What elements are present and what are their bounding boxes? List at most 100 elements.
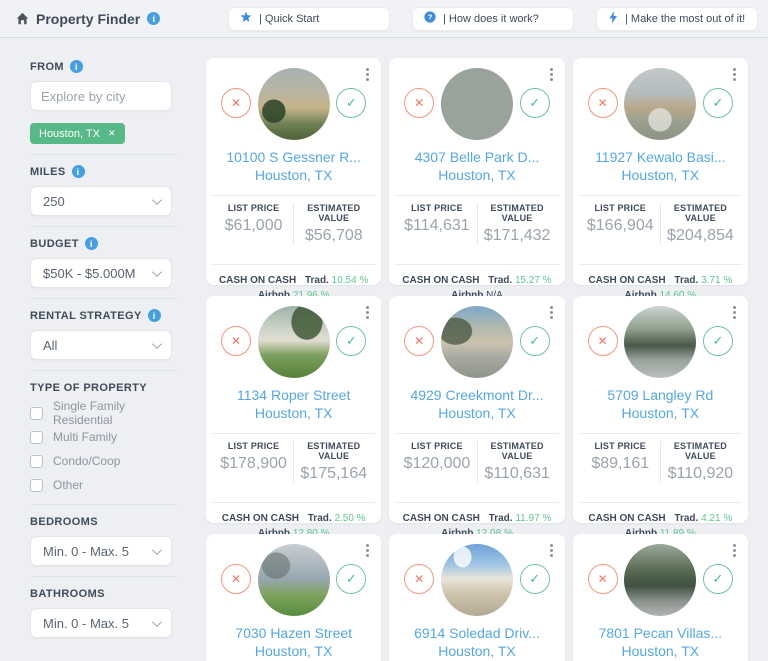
address-line[interactable]: 6914 Soledad Driv... <box>397 624 556 642</box>
city-line[interactable]: Houston, TX <box>581 166 740 184</box>
city-line[interactable]: Houston, TX <box>397 404 556 422</box>
accept-property-button[interactable]: ✓ <box>520 88 550 118</box>
address-line[interactable]: 4307 Belle Park D... <box>397 148 556 166</box>
property-address-link[interactable]: 7030 Hazen Street Houston, TX <box>214 624 373 660</box>
checkbox-multi-family[interactable]: Multi Family <box>30 428 172 446</box>
property-photo[interactable] <box>258 544 330 616</box>
price-table: LIST PRICE $114,631 ESTIMATED VALUE $171… <box>397 196 556 253</box>
checkbox-other[interactable]: Other <box>30 476 172 494</box>
estimated-value-value: $56,708 <box>294 227 373 245</box>
kebab-menu-icon[interactable] <box>731 542 738 559</box>
bedrooms-select[interactable]: Min. 0 - Max. 5 <box>30 536 172 566</box>
accept-property-button[interactable]: ✓ <box>520 326 550 356</box>
list-price-cell: LIST PRICE $114,631 <box>397 203 476 245</box>
info-icon[interactable]: i <box>72 165 85 178</box>
quick-start-button[interactable]: | Quick Start <box>228 7 390 31</box>
property-photo[interactable] <box>624 306 696 378</box>
estimated-value-cell: ESTIMATED VALUE $171,432 <box>477 203 557 245</box>
info-icon[interactable]: i <box>70 60 83 73</box>
reject-property-button[interactable]: ✕ <box>404 326 434 356</box>
address-line[interactable]: 4929 Creekmont Dr... <box>397 386 556 404</box>
accept-property-button[interactable]: ✓ <box>520 564 550 594</box>
property-photo[interactable] <box>258 306 330 378</box>
make-the-most-button[interactable]: | Make the most out of it! <box>596 7 758 31</box>
reject-property-button[interactable]: ✕ <box>221 564 251 594</box>
checkbox-icon[interactable] <box>30 431 43 444</box>
kebab-menu-icon[interactable] <box>548 542 555 559</box>
property-photo[interactable] <box>441 306 513 378</box>
accept-property-button[interactable]: ✓ <box>703 326 733 356</box>
chevron-down-icon <box>152 545 162 555</box>
type-of-property-group: Single Family Residential Multi Family C… <box>30 404 172 494</box>
city-tag[interactable]: Houston, TX ✕ <box>30 123 125 144</box>
kebab-menu-icon[interactable] <box>548 304 555 321</box>
address-line[interactable]: 10100 S Gessner R... <box>214 148 373 166</box>
checkbox-icon[interactable] <box>30 455 43 468</box>
property-address-link[interactable]: 4307 Belle Park D... Houston, TX <box>397 148 556 184</box>
trad-label: Trad. <box>305 275 329 286</box>
info-icon[interactable]: i <box>148 309 161 322</box>
info-icon[interactable]: i <box>85 237 98 250</box>
address-line[interactable]: 5709 Langley Rd <box>581 386 740 404</box>
accept-property-button[interactable]: ✓ <box>703 564 733 594</box>
list-price-value: $61,000 <box>214 217 293 235</box>
miles-select[interactable]: 250 <box>30 186 172 216</box>
kebab-menu-icon[interactable] <box>364 304 371 321</box>
property-card: ✕ ✓ 7801 Pecan Villas... Houston, TX LIS… <box>573 534 748 661</box>
accept-property-button[interactable]: ✓ <box>703 88 733 118</box>
property-address-link[interactable]: 10100 S Gessner R... Houston, TX <box>214 148 373 184</box>
accept-property-button[interactable]: ✓ <box>336 326 366 356</box>
reject-property-button[interactable]: ✕ <box>221 88 251 118</box>
checkbox-icon[interactable] <box>30 407 43 420</box>
city-line[interactable]: Houston, TX <box>581 642 740 660</box>
property-photo[interactable] <box>258 68 330 140</box>
property-address-link[interactable]: 5709 Langley Rd Houston, TX <box>581 386 740 422</box>
rental-strategy-select[interactable]: All <box>30 330 172 360</box>
property-address-link[interactable]: 11927 Kewalo Basi... Houston, TX <box>581 148 740 184</box>
checkbox-icon[interactable] <box>30 479 43 492</box>
city-line[interactable]: Houston, TX <box>214 642 373 660</box>
property-photo[interactable] <box>441 544 513 616</box>
home-icon[interactable] <box>16 12 29 25</box>
property-address-link[interactable]: 6914 Soledad Driv... Houston, TX <box>397 624 556 660</box>
kebab-menu-icon[interactable] <box>731 66 738 83</box>
property-photo[interactable] <box>624 68 696 140</box>
info-icon[interactable]: i <box>147 12 160 25</box>
make-the-most-label: | Make the most out of it! <box>625 13 745 25</box>
property-address-link[interactable]: 7801 Pecan Villas... Houston, TX <box>581 624 740 660</box>
city-line[interactable]: Houston, TX <box>214 166 373 184</box>
city-line[interactable]: Houston, TX <box>397 166 556 184</box>
reject-property-button[interactable]: ✕ <box>404 88 434 118</box>
accept-property-button[interactable]: ✓ <box>336 88 366 118</box>
property-photo[interactable] <box>624 544 696 616</box>
city-line[interactable]: Houston, TX <box>214 404 373 422</box>
reject-property-button[interactable]: ✕ <box>588 326 618 356</box>
address-line[interactable]: 7030 Hazen Street <box>214 624 373 642</box>
city-line[interactable]: Houston, TX <box>581 404 740 422</box>
property-photo[interactable] <box>441 68 513 140</box>
reject-property-button[interactable]: ✕ <box>588 88 618 118</box>
reject-property-button[interactable]: ✕ <box>404 564 434 594</box>
reject-property-button[interactable]: ✕ <box>221 326 251 356</box>
city-search-input[interactable] <box>30 81 172 111</box>
address-line[interactable]: 7801 Pecan Villas... <box>581 624 740 642</box>
address-line[interactable]: 11927 Kewalo Basi... <box>581 148 740 166</box>
kebab-menu-icon[interactable] <box>731 304 738 321</box>
city-line[interactable]: Houston, TX <box>397 642 556 660</box>
accept-property-button[interactable]: ✓ <box>336 564 366 594</box>
budget-select[interactable]: $50K - $5.000M <box>30 258 172 288</box>
estimated-value-label: ESTIMATED VALUE <box>478 441 557 461</box>
checkbox-single-family-residential[interactable]: Single Family Residential <box>30 404 172 422</box>
address-line[interactable]: 1134 Roper Street <box>214 386 373 404</box>
remove-tag-icon[interactable]: ✕ <box>108 128 116 139</box>
kebab-menu-icon[interactable] <box>364 542 371 559</box>
kebab-menu-icon[interactable] <box>548 66 555 83</box>
property-address-link[interactable]: 4929 Creekmont Dr... Houston, TX <box>397 386 556 422</box>
how-it-works-button[interactable]: ? | How does it work? <box>412 7 574 31</box>
estimated-value-label: ESTIMATED VALUE <box>294 441 373 461</box>
reject-property-button[interactable]: ✕ <box>588 564 618 594</box>
kebab-menu-icon[interactable] <box>364 66 371 83</box>
bathrooms-select[interactable]: Min. 0 - Max. 5 <box>30 608 172 638</box>
checkbox-condo-coop[interactable]: Condo/Coop <box>30 452 172 470</box>
property-address-link[interactable]: 1134 Roper Street Houston, TX <box>214 386 373 422</box>
